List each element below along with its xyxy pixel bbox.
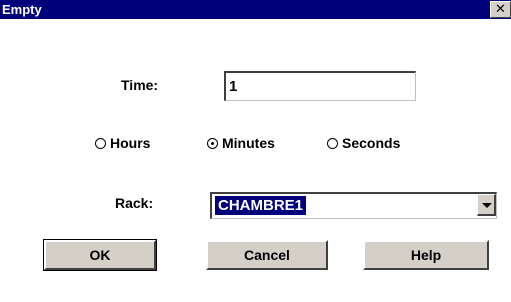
radio-minutes-indicator[interactable] [207,137,218,149]
dialog-window: Empty ✕ Time: Hours Minutes Seconds Rack… [0,0,511,302]
rack-select[interactable]: CHAMBRE1 [210,192,497,219]
rack-selected-value: CHAMBRE1 [215,196,307,215]
dropdown-arrow-icon[interactable] [477,194,496,216]
time-input[interactable] [224,71,416,101]
radio-seconds-label: Seconds [342,135,401,151]
radio-seconds-indicator[interactable] [327,137,338,149]
radio-minutes-label: Minutes [222,135,275,151]
time-label: Time: [121,77,159,93]
close-icon: ✕ [495,1,506,16]
radio-hours[interactable]: Hours [95,134,150,152]
title-bar[interactable]: Empty ✕ [0,0,511,19]
radio-hours-label: Hours [110,135,151,151]
ok-button[interactable]: OK [43,239,157,271]
close-button[interactable]: ✕ [490,1,511,18]
help-button[interactable]: Help [363,240,489,270]
radio-seconds[interactable]: Seconds [327,134,400,152]
radio-minutes[interactable]: Minutes [207,134,275,152]
cancel-button[interactable]: Cancel [206,240,328,270]
window-title: Empty [2,2,42,17]
radio-hours-indicator[interactable] [95,137,106,149]
rack-label: Rack: [115,195,154,211]
